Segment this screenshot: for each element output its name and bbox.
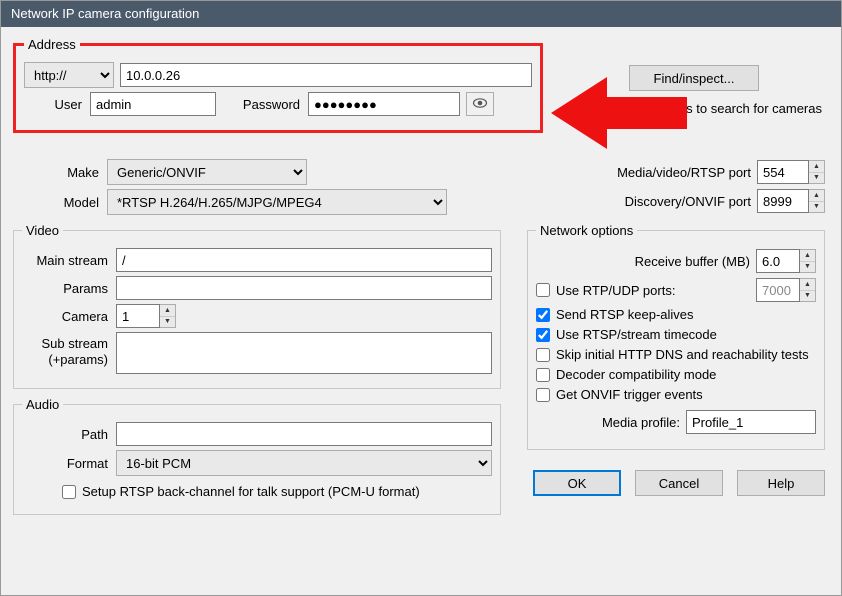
video-legend: Video: [22, 223, 63, 238]
show-password-button[interactable]: [466, 92, 494, 116]
keepalive-checkbox[interactable]: [536, 308, 550, 322]
params-label: Params: [22, 281, 110, 296]
audio-format-label: Format: [22, 456, 110, 471]
lower-columns: Video Main stream Params Camera ▲▼: [13, 223, 825, 523]
cancel-button[interactable]: Cancel: [635, 470, 723, 496]
rtp-udp-spinner[interactable]: ▲▼: [800, 278, 816, 302]
main-stream-input[interactable]: [116, 248, 492, 272]
password-label: Password: [222, 97, 302, 112]
main-stream-label: Main stream: [22, 253, 110, 268]
network-options-legend: Network options: [536, 223, 637, 238]
rtp-udp-port-input[interactable]: [756, 278, 800, 302]
keepalive-label: Send RTSP keep-alives: [556, 307, 694, 322]
receive-buffer-label: Receive buffer (MB): [536, 254, 750, 269]
trigger-checkbox[interactable]: [536, 388, 550, 402]
params-input[interactable]: [116, 276, 492, 300]
dialog-window: Network IP camera configuration Address …: [0, 0, 842, 596]
timecode-label: Use RTSP/stream timecode: [556, 327, 717, 342]
onvif-port-label: Discovery/ONVIF port: [527, 194, 751, 209]
model-select[interactable]: *RTSP H.264/H.265/MJPG/MPEG4: [107, 189, 447, 215]
onvif-port-spinner[interactable]: ▲▼: [809, 189, 825, 213]
rtsp-port-label: Media/video/RTSP port: [527, 165, 751, 180]
blank-address-note: Blank address to search for cameras: [566, 101, 822, 116]
user-label: User: [24, 97, 84, 112]
camera-spinner[interactable]: ▲▼: [160, 304, 176, 328]
model-label: Model: [13, 195, 101, 210]
rtsp-port-spinner[interactable]: ▲▼: [809, 160, 825, 184]
compat-checkbox[interactable]: [536, 368, 550, 382]
title-bar: Network IP camera configuration: [1, 1, 841, 27]
content-area: Address http:// User Password: [1, 27, 841, 595]
address-input[interactable]: [120, 63, 532, 87]
audio-format-select[interactable]: 16-bit PCM: [116, 450, 492, 476]
sub-stream-input[interactable]: [116, 332, 492, 374]
protocol-select[interactable]: http://: [24, 62, 114, 88]
audio-path-label: Path: [22, 427, 110, 442]
media-profile-label: Media profile:: [536, 415, 680, 430]
make-label: Make: [13, 165, 101, 180]
receive-buffer-spinner[interactable]: ▲▼: [800, 249, 816, 273]
right-top-panel: Find/inspect... Blank address to search …: [566, 65, 822, 116]
address-group: Address http:// User Password: [13, 37, 543, 133]
timecode-checkbox[interactable]: [536, 328, 550, 342]
camera-number-input[interactable]: [116, 304, 160, 328]
password-input[interactable]: [308, 92, 460, 116]
backchannel-label: Setup RTSP back-channel for talk support…: [82, 484, 420, 499]
network-options-group: Network options Receive buffer (MB) ▲▼ U…: [527, 223, 825, 450]
video-group: Video Main stream Params Camera ▲▼: [13, 223, 501, 389]
rtp-udp-checkbox[interactable]: [536, 283, 550, 297]
rtp-udp-label: Use RTP/UDP ports:: [556, 283, 675, 298]
audio-legend: Audio: [22, 397, 63, 412]
onvif-port-input[interactable]: [757, 189, 809, 213]
camera-label: Camera: [22, 309, 110, 324]
audio-path-input[interactable]: [116, 422, 492, 446]
rtsp-port-input[interactable]: [757, 160, 809, 184]
dialog-buttons: OK Cancel Help: [527, 458, 825, 496]
window-title: Network IP camera configuration: [11, 6, 199, 21]
skip-dns-label: Skip initial HTTP DNS and reachability t…: [556, 347, 809, 362]
trigger-label: Get ONVIF trigger events: [556, 387, 703, 402]
ok-button[interactable]: OK: [533, 470, 621, 496]
eye-icon: [472, 96, 488, 113]
help-button[interactable]: Help: [737, 470, 825, 496]
make-ports-row: Make Generic/ONVIF Model *RTSP H.264/H.2…: [13, 155, 825, 219]
user-input[interactable]: [90, 92, 216, 116]
media-profile-input[interactable]: [686, 410, 816, 434]
address-legend: Address: [24, 37, 80, 52]
make-select[interactable]: Generic/ONVIF: [107, 159, 307, 185]
skip-dns-checkbox[interactable]: [536, 348, 550, 362]
find-inspect-button[interactable]: Find/inspect...: [629, 65, 759, 91]
audio-group: Audio Path Format 16-bit PCM Setup RTSP …: [13, 397, 501, 515]
receive-buffer-input[interactable]: [756, 249, 800, 273]
backchannel-checkbox[interactable]: [62, 485, 76, 499]
sub-stream-label: Sub stream (+params): [22, 332, 110, 369]
compat-label: Decoder compatibility mode: [556, 367, 716, 382]
